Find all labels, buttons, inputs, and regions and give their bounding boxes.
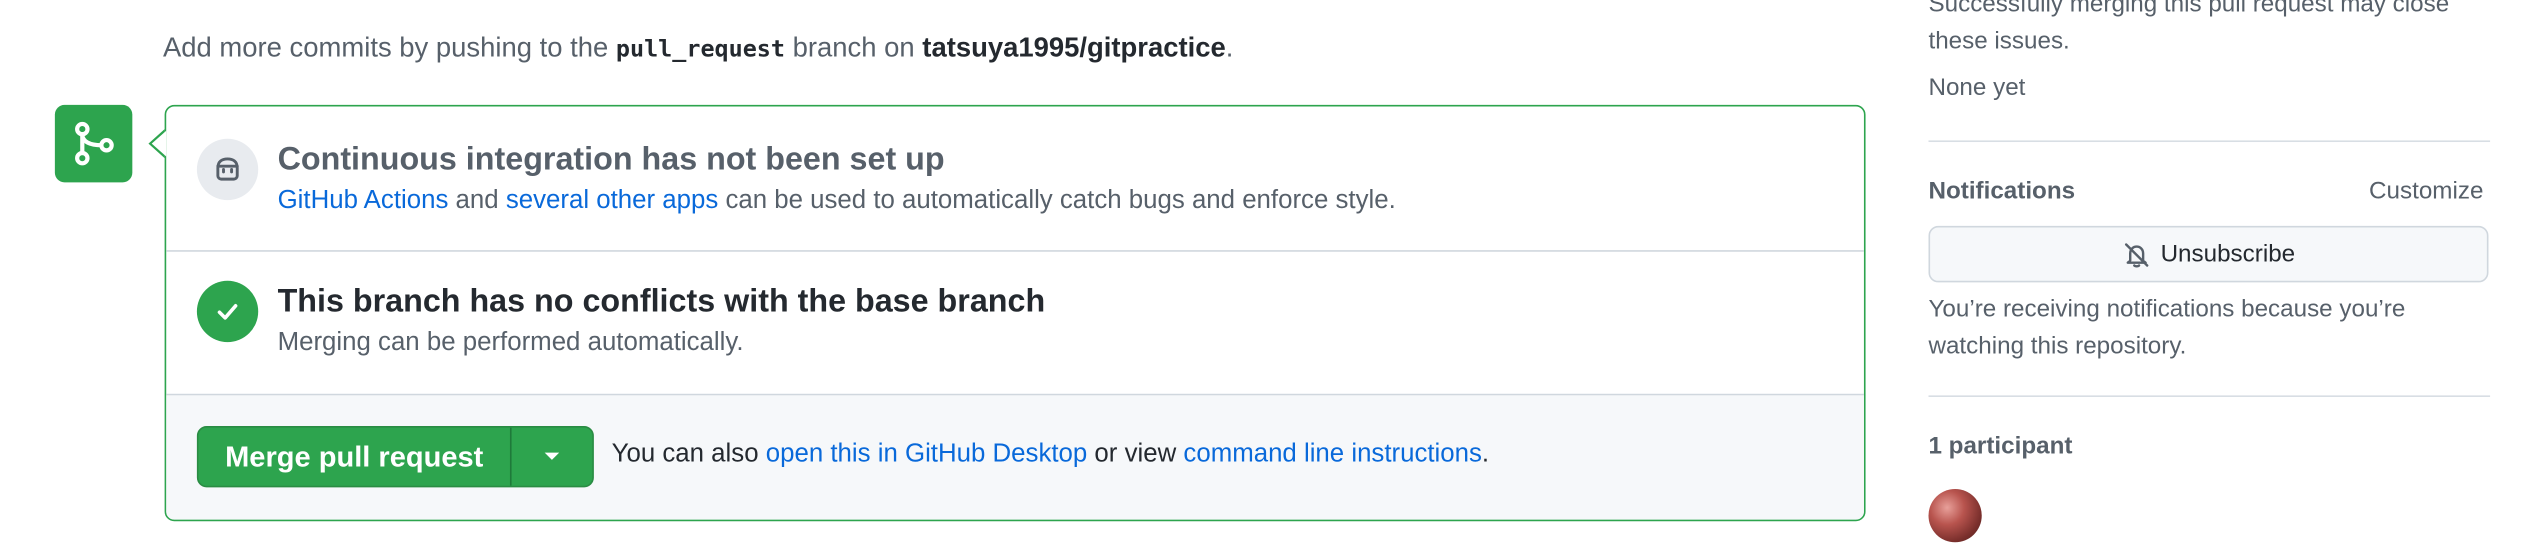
github-desktop-link[interactable]: open this in GitHub Desktop	[766, 441, 1087, 468]
linked-issues-value: None yet	[1928, 74, 2026, 102]
unsubscribe-label: Unsubscribe	[2160, 240, 2296, 268]
caret-down-icon	[544, 452, 560, 460]
merge-button-group: Merge pull request	[196, 426, 594, 488]
linked-issues-note: Successfully merging this pull request m…	[1928, 0, 2450, 55]
sidebar-divider	[1928, 140, 2491, 143]
push-hint: Add more commits by pushing to the pull_…	[163, 32, 1233, 64]
push-hint-prefix: Add more commits by pushing to the	[162, 32, 609, 63]
pull-request-page: Add more commits by pushing to the pull_…	[0, 0, 2524, 555]
bell-slash-icon	[2124, 242, 2149, 267]
robot-icon	[196, 138, 259, 201]
ci-rest: can be used to automatically catch bugs …	[725, 187, 1396, 215]
or-view: or view	[1094, 440, 1177, 469]
merge-pull-request-button[interactable]: Merge pull request	[198, 427, 512, 486]
branch-name: pull_request	[615, 37, 785, 63]
customize-notifications-link[interactable]: Customize	[2369, 178, 2483, 205]
merge-box: Continuous integration has not been set …	[164, 104, 1866, 522]
other-apps-link[interactable]: several other apps	[506, 187, 718, 214]
ci-description: GitHub Actions and several other apps ca…	[278, 187, 1396, 216]
command-line-link[interactable]: command line instructions	[1183, 441, 1482, 468]
merge-actions: Merge pull request You can also open thi…	[166, 395, 1864, 520]
ci-title: Continuous integration has not been set …	[277, 142, 945, 178]
conflicts-section: This branch has no conflicts with the ba…	[166, 252, 1864, 396]
git-merge-icon	[54, 104, 133, 183]
check-icon	[196, 280, 259, 343]
ci-and: and	[455, 187, 499, 215]
sidebar-divider	[1928, 395, 2491, 397]
push-hint-suffix: .	[1225, 32, 1234, 63]
also-suffix: .	[1481, 440, 1490, 469]
notifications-reason: You’re receiving notifications because y…	[1928, 295, 2406, 360]
conflicts-title: This branch has no conflicts with the ba…	[277, 284, 1046, 320]
repo-name: tatsuya1995/gitpractice	[922, 32, 1226, 63]
github-actions-link[interactable]: GitHub Actions	[278, 187, 449, 214]
participant-avatar[interactable]	[1928, 488, 1982, 543]
participants-heading: 1 participant	[1928, 432, 2073, 460]
notifications-heading: Notifications	[1928, 177, 2076, 205]
conflicts-description: Merging can be performed automatically.	[277, 329, 744, 357]
merge-alternatives: You can also open this in GitHub Desktop…	[612, 441, 1489, 470]
merge-method-dropdown[interactable]	[512, 428, 593, 486]
unsubscribe-button[interactable]: Unsubscribe	[1928, 225, 2489, 283]
ci-section: Continuous integration has not been set …	[166, 107, 1864, 252]
merge-box-caret-fill	[151, 130, 167, 157]
also-prefix: You can also	[611, 440, 759, 469]
push-hint-middle: branch on	[792, 32, 915, 63]
